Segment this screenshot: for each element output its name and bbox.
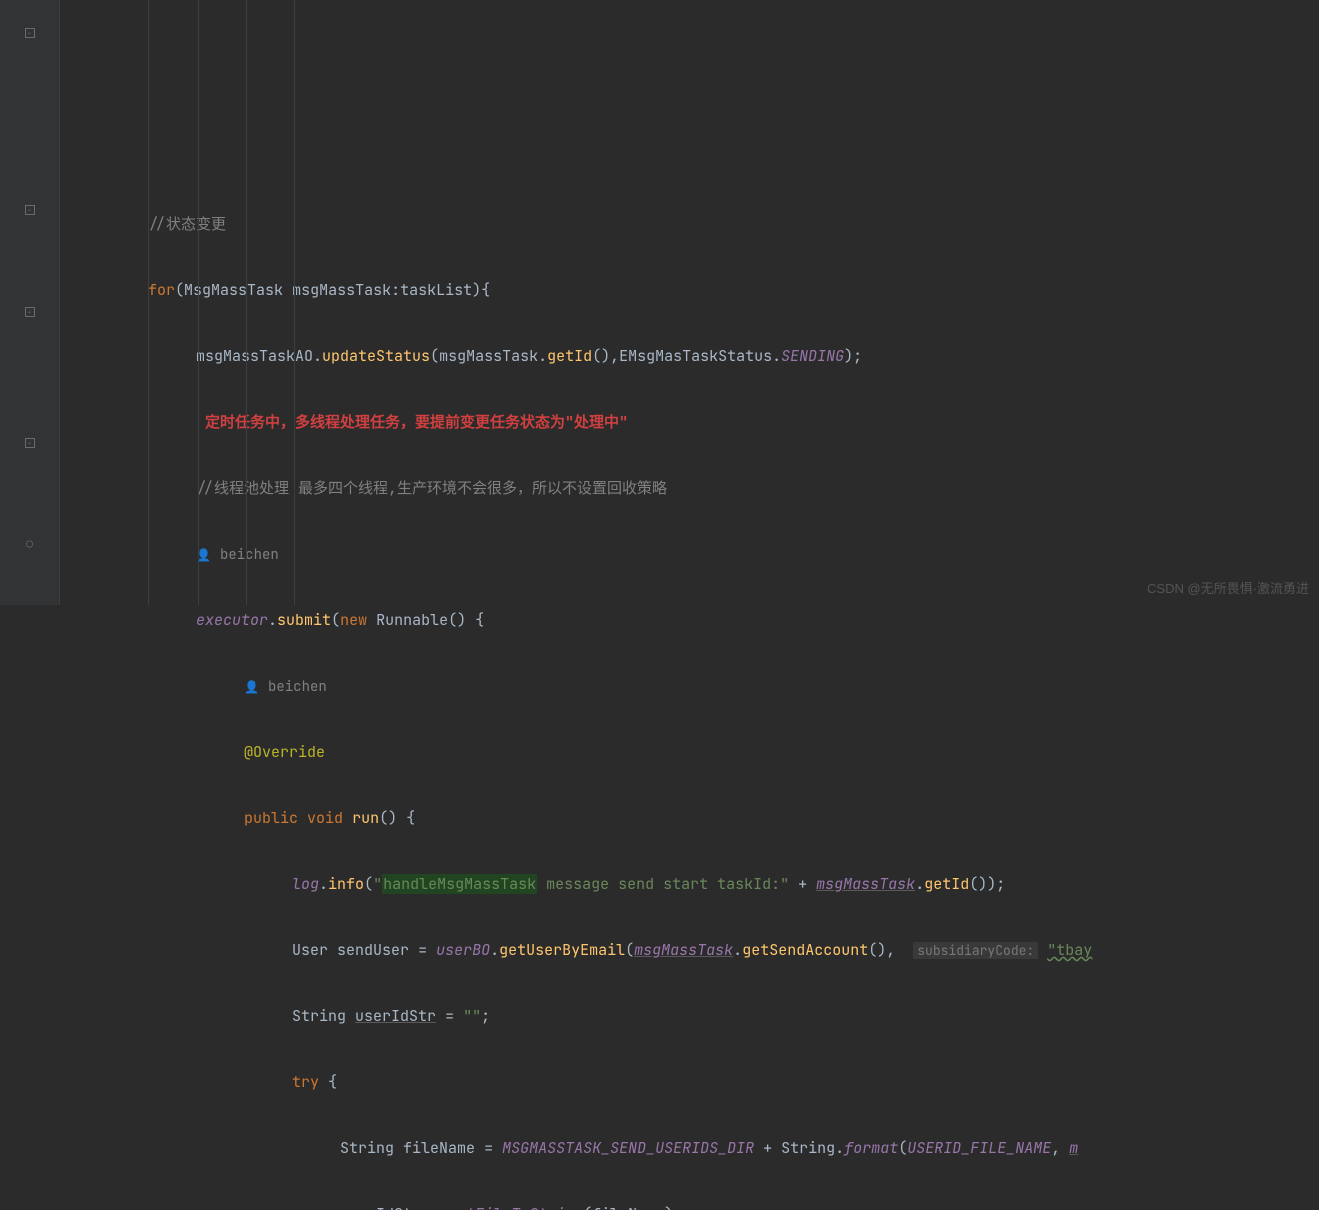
code-line: @Override — [148, 736, 1319, 769]
code-line: userIdStr = getFileToString(fileName); — [148, 1198, 1319, 1210]
code-line: 定时任务中，多线程处理任务，要提前变更任务状态为"处理中" — [148, 406, 1319, 439]
code-line: User sendUser = userBO.getUserByEmail(ms… — [148, 934, 1319, 967]
code-line: 👤 beichen — [148, 670, 1319, 703]
code-line: 👤 beichen — [148, 538, 1319, 571]
code-line: msgMassTaskAO.updateStatus(msgMassTask.g… — [148, 340, 1319, 373]
code-line: //状态变更 — [148, 208, 1319, 241]
code-line: public void run() { — [148, 802, 1319, 835]
fold-icon[interactable]: − — [25, 205, 35, 215]
code-line: executor.submit(new Runnable() { — [148, 604, 1319, 637]
author-label: beichen — [268, 678, 327, 696]
impl-icon[interactable]: ◯ — [26, 538, 33, 552]
code-line: for(MsgMassTask msgMassTask:taskList){ — [148, 274, 1319, 307]
fold-icon[interactable]: − — [25, 28, 35, 38]
author-icon: 👤 — [244, 679, 259, 695]
code-content[interactable]: //状态变更 for(MsgMassTask msgMassTask:taskL… — [60, 0, 1319, 605]
author-label: beichen — [220, 546, 279, 564]
code-line: String userIdStr = ""; — [148, 1000, 1319, 1033]
code-line: String fileName = MSGMASSTASK_SEND_USERI… — [148, 1132, 1319, 1165]
editor-gutter: − − − − ◯ — [0, 0, 60, 605]
code-line: //线程池处理 最多四个线程,生产环境不会很多，所以不设置回收策略 — [148, 472, 1319, 505]
code-line: try { — [148, 1066, 1319, 1099]
param-hint: subsidiaryCode: — [913, 942, 1038, 959]
fold-icon[interactable]: − — [25, 307, 35, 317]
code-editor[interactable]: − − − − ◯ //状态变更 for(MsgMassTask msgMass… — [0, 0, 1319, 605]
fold-icon[interactable]: − — [25, 438, 35, 448]
watermark: CSDN @无所畏惧·激流勇进 — [1147, 578, 1309, 597]
code-line: log.info("handleMsgMassTask message send… — [148, 868, 1319, 901]
